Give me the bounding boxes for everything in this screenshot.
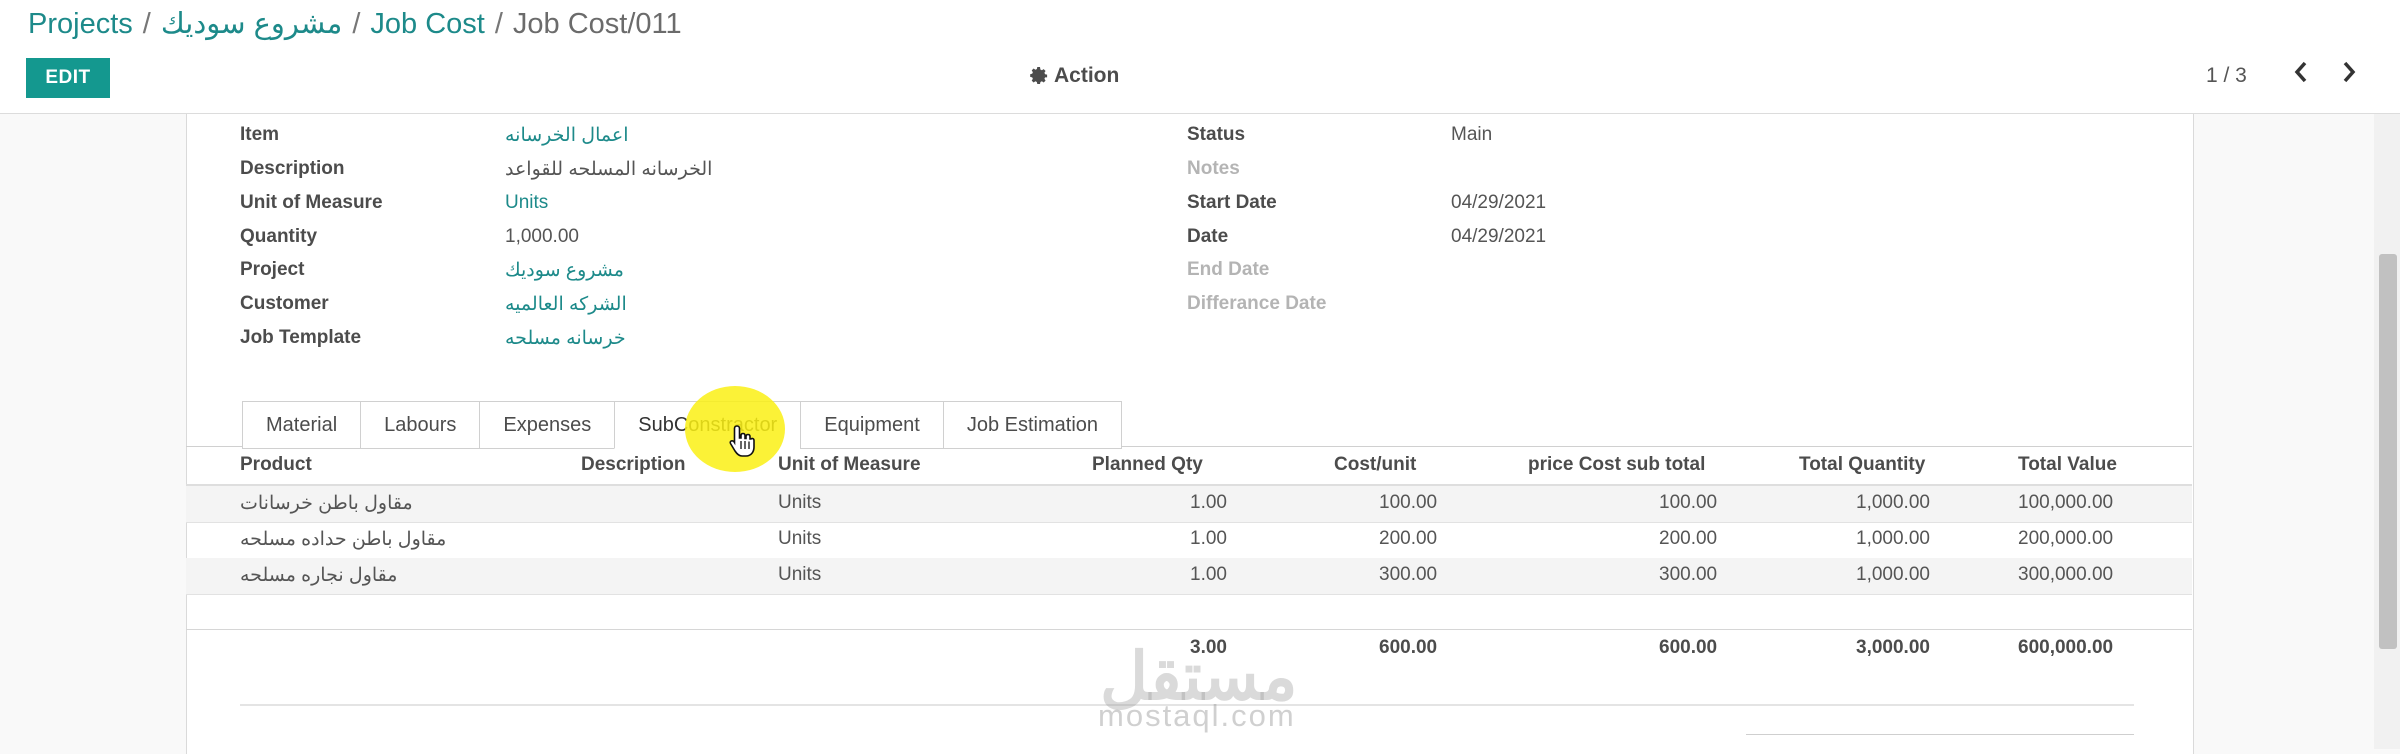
cell-uom: Units xyxy=(778,564,822,585)
scrollbar-thumb[interactable] xyxy=(2379,254,2397,649)
cell-total-quantity: 1,000.00 xyxy=(1856,492,1930,513)
cell-product: مقاول نجاره مسلحه xyxy=(240,565,398,586)
description-label: Description xyxy=(240,158,345,179)
status-label: Status xyxy=(1187,124,1246,145)
pager-previous-button[interactable] xyxy=(2292,60,2310,91)
cell-total-value: 200,000.00 xyxy=(2018,528,2114,549)
cell-planned-qty: 1.00 xyxy=(1190,564,1227,585)
cell-uom: Units xyxy=(778,528,822,549)
customer-value[interactable]: الشركه العالميه xyxy=(505,293,627,316)
description-value: الخرسانه المسلحه للقواعد xyxy=(505,159,713,180)
chevron-right-icon xyxy=(2343,61,2356,83)
quantity-label: Quantity xyxy=(240,226,318,247)
breadcrumb-job-cost[interactable]: Job Cost xyxy=(370,8,484,40)
pager-next-button[interactable] xyxy=(2340,60,2358,91)
uom-value[interactable]: Units xyxy=(505,192,548,214)
cell-total-quantity: 1,000.00 xyxy=(1856,528,1930,549)
end-date-label: End Date xyxy=(1187,259,1270,280)
date-label: Date xyxy=(1187,226,1229,247)
cell-cost-unit: 300.00 xyxy=(1379,564,1438,585)
column-cost-unit[interactable]: Cost/unit xyxy=(1334,454,1416,476)
column-description[interactable]: Description xyxy=(581,454,686,476)
column-price-cost-sub-total[interactable]: price Cost sub total xyxy=(1528,454,1705,476)
column-uom[interactable]: Unit of Measure xyxy=(778,454,921,476)
action-label: Action xyxy=(1054,64,1120,87)
status-value: Main xyxy=(1451,124,1493,145)
cell-planned-qty: 1.00 xyxy=(1190,528,1227,549)
quantity-value: 1,000.00 xyxy=(505,226,579,247)
hand-pointer-icon xyxy=(729,425,755,457)
tab-expenses[interactable]: Expenses xyxy=(479,401,615,449)
job-template-label: Job Template xyxy=(240,327,362,348)
chevron-left-icon xyxy=(2294,61,2307,83)
notes-label: Notes xyxy=(1187,158,1240,179)
total-value: 600,000.00 xyxy=(2018,637,2114,658)
cell-cost-unit: 100.00 xyxy=(1379,492,1438,513)
tab-labours[interactable]: Labours xyxy=(360,401,480,449)
column-planned-qty[interactable]: Planned Qty xyxy=(1092,454,1203,476)
cell-price-sub-total: 200.00 xyxy=(1659,528,1718,549)
start-date-value: 04/29/2021 xyxy=(1451,192,1547,213)
column-total-value[interactable]: Total Value xyxy=(2018,454,2117,476)
item-value[interactable]: اعمال الخرسانه xyxy=(505,124,628,147)
tab-equipment[interactable]: Equipment xyxy=(800,401,943,449)
uom-label: Unit of Measure xyxy=(240,192,383,213)
start-date-label: Start Date xyxy=(1187,192,1277,213)
cell-total-value: 100,000.00 xyxy=(2018,492,2114,513)
column-total-quantity[interactable]: Total Quantity xyxy=(1799,454,1925,476)
cell-planned-qty: 1.00 xyxy=(1190,492,1227,513)
summary-underline xyxy=(1746,734,2134,735)
total-cost-unit: 600.00 xyxy=(1379,637,1438,658)
project-label: Project xyxy=(240,259,305,280)
customer-label: Customer xyxy=(240,293,329,314)
job-template-value[interactable]: خرسانه مسلحه xyxy=(505,327,626,350)
differance-date-label: Differance Date xyxy=(1187,293,1327,314)
cell-uom: Units xyxy=(778,492,822,513)
gear-icon xyxy=(1030,67,1048,85)
total-price-sub-total: 600.00 xyxy=(1659,637,1718,658)
breadcrumb-project[interactable]: مشروع سوديك xyxy=(161,8,342,40)
total-quantity: 3,000.00 xyxy=(1856,637,1930,658)
breadcrumb-projects[interactable]: Projects xyxy=(28,8,133,40)
tab-material[interactable]: Material xyxy=(242,401,361,449)
cell-product: مقاول باطن خرسانات xyxy=(240,493,413,514)
breadcrumb-current: Job Cost/011 xyxy=(512,8,682,40)
project-value[interactable]: مشروع سوديك xyxy=(505,259,624,282)
cell-price-sub-total: 300.00 xyxy=(1659,564,1718,585)
cell-product: مقاول باطن حداده مسلحه xyxy=(240,529,447,550)
control-panel: Projects / مشروع سوديك / Job Cost / Job Cost/0… xyxy=(0,0,2400,114)
cell-total-value: 300,000.00 xyxy=(2018,564,2114,585)
footer-divider xyxy=(186,629,2192,630)
edit-button[interactable]: EDIT xyxy=(26,58,110,98)
action-menu[interactable]: Action xyxy=(1030,64,1119,88)
item-label: Item xyxy=(240,124,280,145)
breadcrumb-separator: / xyxy=(352,8,361,40)
pager-value[interactable]: 1 / 3 xyxy=(2206,64,2247,88)
breadcrumb-separator: / xyxy=(494,8,503,40)
cell-total-quantity: 1,000.00 xyxy=(1856,564,1930,585)
breadcrumb-separator: / xyxy=(142,8,151,40)
tab-job-estimation[interactable]: Job Estimation xyxy=(942,401,1123,449)
cell-cost-unit: 200.00 xyxy=(1379,528,1438,549)
column-product[interactable]: Product xyxy=(240,454,312,476)
notebook-tabs: Material Labours Expenses SubConstractor… xyxy=(242,401,1123,449)
breadcrumb: Projects / مشروع سوديك / Job Cost / Job Cost/0… xyxy=(28,6,682,41)
date-value: 04/29/2021 xyxy=(1451,226,1547,247)
watermark-url: mostaql.com xyxy=(1098,698,1296,733)
cell-price-sub-total: 100.00 xyxy=(1659,492,1718,513)
